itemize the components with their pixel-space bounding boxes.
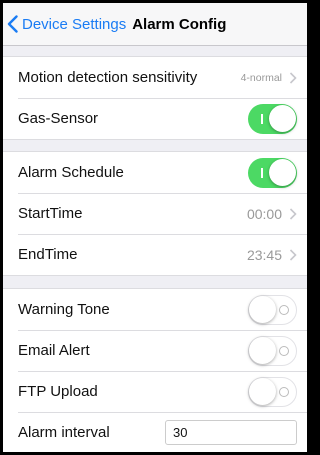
- motion-sensitivity-label: Motion detection sensitivity: [18, 69, 198, 86]
- email-alert-row: Email Alert: [3, 330, 307, 371]
- motion-sensitivity-row[interactable]: Motion detection sensitivity 4-normal: [3, 57, 307, 98]
- end-time-value: 23:45: [246, 246, 282, 263]
- ftp-upload-label: FTP Upload: [18, 383, 98, 400]
- email-alert-label: Email Alert: [18, 342, 90, 359]
- toggle-knob: [269, 105, 296, 132]
- toggle-on-mark: [261, 167, 263, 178]
- back-button-label: Device Settings: [22, 15, 127, 33]
- toggle-off-mark: [279, 345, 289, 356]
- gas-sensor-toggle[interactable]: [248, 103, 297, 134]
- end-time-row[interactable]: EndTime 23:45: [3, 234, 307, 275]
- warning-tone-toggle[interactable]: [248, 294, 297, 325]
- warning-tone-row: Warning Tone: [3, 289, 307, 330]
- alarm-interval-label: Alarm interval: [18, 424, 110, 441]
- back-button[interactable]: Device Settings: [7, 15, 126, 33]
- page-title: Alarm Config: [132, 15, 227, 33]
- sensor-section: Motion detection sensitivity 4-normal Ga…: [3, 56, 307, 140]
- end-time-label: EndTime: [18, 246, 78, 263]
- start-time-label: StartTime: [18, 205, 83, 222]
- alarm-schedule-row: Alarm Schedule: [3, 152, 307, 193]
- chevron-right-icon: [289, 207, 297, 220]
- notification-section: Warning Tone Email Alert FTP Upload Alar…: [3, 288, 307, 452]
- ftp-upload-toggle[interactable]: [248, 376, 297, 407]
- email-alert-toggle[interactable]: [248, 335, 297, 366]
- screen: Device Settings Alarm Config Motion dete…: [3, 3, 307, 452]
- chevron-left-icon: [7, 15, 18, 33]
- alarm-schedule-label: Alarm Schedule: [18, 164, 124, 181]
- toggle-off-mark: [279, 386, 289, 397]
- gas-sensor-row: Gas-Sensor: [3, 98, 307, 139]
- ftp-upload-row: FTP Upload: [3, 371, 307, 412]
- toggle-knob: [269, 159, 296, 186]
- warning-tone-label: Warning Tone: [18, 301, 110, 318]
- toggle-off-mark: [279, 304, 289, 315]
- toggle-knob: [249, 377, 276, 405]
- start-time-row[interactable]: StartTime 00:00: [3, 193, 307, 234]
- toggle-knob: [249, 295, 276, 323]
- start-time-value: 00:00: [246, 205, 282, 222]
- nav-bar: Device Settings Alarm Config: [3, 3, 307, 46]
- chevron-right-icon: [289, 248, 297, 261]
- chevron-right-icon: [289, 71, 297, 84]
- toggle-on-mark: [261, 113, 263, 124]
- schedule-section: Alarm Schedule StartTime 00:00 EndTime 2…: [3, 151, 307, 276]
- toggle-knob: [249, 336, 276, 364]
- motion-sensitivity-value: 4-normal: [240, 71, 282, 84]
- alarm-interval-input[interactable]: [165, 420, 297, 445]
- alarm-schedule-toggle[interactable]: [248, 157, 297, 188]
- alarm-interval-row: Alarm interval: [3, 412, 307, 452]
- gas-sensor-label: Gas-Sensor: [18, 110, 99, 127]
